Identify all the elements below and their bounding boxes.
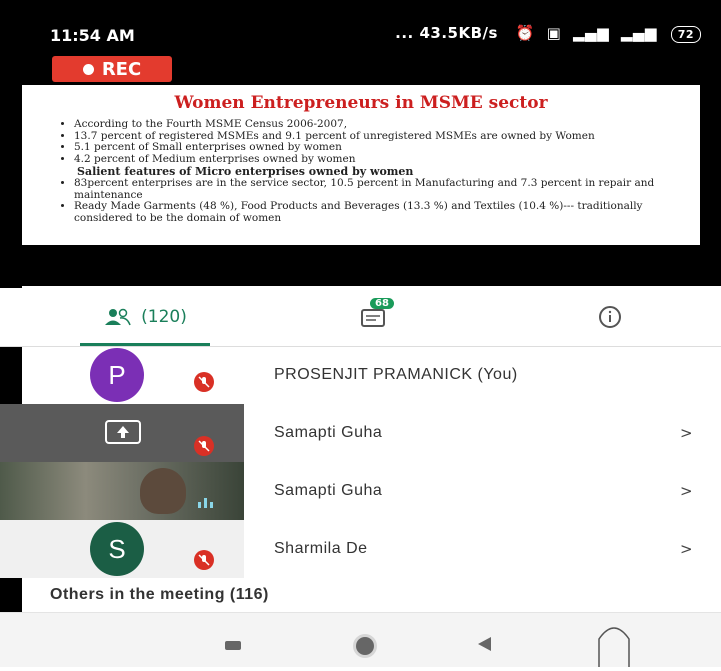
android-nav-bar bbox=[0, 612, 721, 667]
slide-bullet: Ready Made Garments (48 %), Food Product… bbox=[74, 200, 700, 224]
chat-badge: 68 bbox=[370, 298, 394, 309]
avatar: S bbox=[90, 522, 144, 576]
participant-name: Samapti Guha bbox=[274, 424, 383, 441]
status-right: ... 43.5KB/s ⏰ ▣ ▂▄▆ ▂▄▆ 72 bbox=[395, 24, 701, 43]
mic-off-icon bbox=[194, 372, 214, 392]
signal-icon: ▂▄▆ bbox=[573, 24, 610, 42]
participant-row[interactable]: Samapti Guha > bbox=[0, 462, 721, 520]
others-section-header: Others in the meeting (116) bbox=[50, 586, 269, 603]
presentation-slide: Women Entrepreneurs in MSME sector Accor… bbox=[22, 85, 700, 245]
person-video-image bbox=[140, 468, 186, 514]
avatar: P bbox=[90, 348, 144, 402]
slide-bullets: According to the Fourth MSME Census 2006… bbox=[22, 118, 700, 166]
participant-list: P PROSENJIT PRAMANICK (You) Samapti Guha… bbox=[0, 346, 721, 578]
recording-badge: REC bbox=[52, 56, 172, 82]
screen-share-icon bbox=[105, 420, 141, 448]
battery-icon: 72 bbox=[670, 26, 701, 43]
tab-chat[interactable]: 68 bbox=[340, 288, 410, 346]
slide-bullet: 5.1 percent of Small enterprises owned b… bbox=[74, 141, 700, 154]
participant-name: PROSENJIT PRAMANICK (You) bbox=[274, 366, 518, 383]
participant-row[interactable]: P PROSENJIT PRAMANICK (You) bbox=[0, 346, 721, 404]
participant-name: Samapti Guha bbox=[274, 482, 383, 499]
home-icon[interactable] bbox=[356, 637, 374, 655]
slide-bullet: According to the Fourth MSME Census 2006… bbox=[74, 118, 700, 131]
network-speed: ... 43.5KB/s bbox=[395, 24, 498, 42]
audio-level-icon bbox=[198, 498, 213, 508]
record-dot-icon bbox=[82, 63, 94, 75]
meeting-tabs: (120) 68 bbox=[0, 288, 721, 347]
chevron-right-icon[interactable]: > bbox=[680, 482, 693, 500]
recording-label: REC bbox=[101, 58, 142, 80]
recents-icon[interactable] bbox=[225, 641, 241, 650]
slide-bullet: 83percent enterprises are in the service… bbox=[74, 177, 700, 201]
chevron-right-icon[interactable]: > bbox=[680, 424, 693, 442]
info-icon bbox=[599, 306, 621, 328]
participant-row[interactable]: S Sharmila De > bbox=[0, 520, 721, 578]
tab-info[interactable] bbox=[590, 288, 630, 346]
participant-row[interactable]: Samapti Guha > bbox=[0, 404, 721, 462]
status-time: 11:54 AM bbox=[50, 26, 135, 45]
alarm-icon: ⏰ bbox=[515, 24, 535, 42]
slide-bullets-2: 83percent enterprises are in the service… bbox=[22, 177, 700, 224]
vibrate-icon: ▣ bbox=[546, 24, 562, 42]
chevron-right-icon[interactable]: > bbox=[680, 540, 693, 558]
back-icon[interactable] bbox=[475, 635, 493, 657]
slide-title: Women Entrepreneurs in MSME sector bbox=[174, 93, 548, 113]
mic-off-icon bbox=[194, 436, 214, 456]
signal-2-icon: ▂▄▆ bbox=[620, 24, 657, 42]
mic-off-icon bbox=[194, 550, 214, 570]
people-icon bbox=[105, 308, 131, 326]
tab-people[interactable]: (120) bbox=[80, 288, 210, 346]
video-thumbnail bbox=[0, 462, 244, 520]
people-count: (120) bbox=[141, 307, 187, 327]
participant-name: Sharmila De bbox=[274, 540, 368, 557]
slide-bullet: 4.2 percent of Medium enterprises owned … bbox=[74, 153, 700, 166]
assistant-icon[interactable] bbox=[597, 621, 631, 671]
